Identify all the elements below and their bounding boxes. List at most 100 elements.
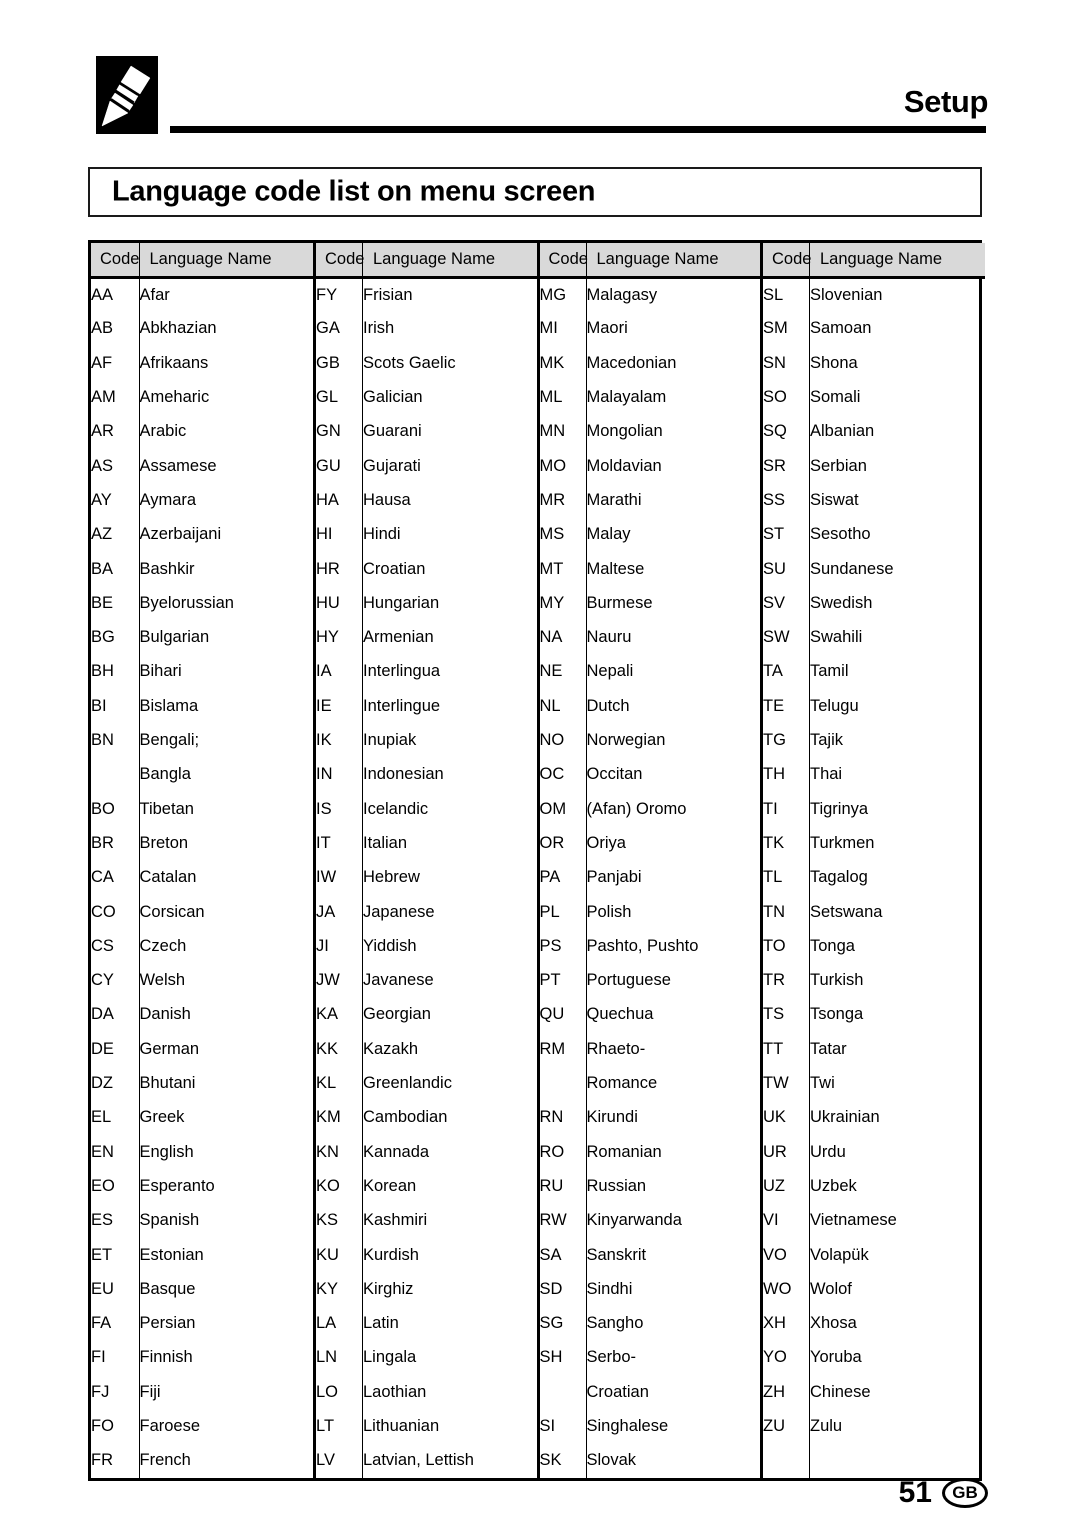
language-name-cell: Bangla	[139, 757, 316, 792]
page-number: 51	[898, 1476, 932, 1509]
language-name-cell: Azerbaijani	[139, 517, 316, 552]
language-code-cell: TO	[761, 928, 810, 964]
column-header-name-3: Language Name	[586, 243, 763, 279]
column-header-code-2: Code	[314, 243, 364, 279]
language-code-cell: MT	[538, 551, 587, 586]
language-name-cell: Zulu	[810, 1416, 843, 1435]
language-code-cell: SK	[538, 1443, 587, 1478]
language-name-cell: Sindhi	[586, 1271, 763, 1307]
table-row: AB Abkhazian GA Irish MI Maori SM Samoan	[91, 311, 985, 346]
section-title: Setup	[903, 84, 989, 119]
language-name-cell: Javanese	[362, 963, 540, 998]
language-name-cell: Malay	[586, 517, 763, 552]
language-name-cell: (Afan) Oromo	[586, 791, 763, 827]
language-code-cell: SG	[538, 1306, 587, 1341]
table-row: FO Faroese LT Lithuanian SI Singhalese ZU Zulu	[91, 1409, 985, 1444]
language-name-cell: Bashkir	[139, 551, 316, 586]
language-code-cell: IA	[314, 654, 363, 689]
language-name-cell: Bulgarian	[139, 620, 316, 655]
language-name-cell: Croatian	[586, 1374, 763, 1410]
language-code-cell: TA	[761, 654, 810, 689]
language-name-cell: Catalan	[139, 860, 316, 895]
page-title-box: Language code list on menu screen	[88, 167, 982, 217]
language-code-cell: HR	[314, 551, 363, 586]
language-name-cell: Nepali	[586, 654, 763, 689]
language-code-cell: MR	[538, 483, 587, 518]
language-code-cell	[761, 1443, 810, 1478]
language-code-cell: IT	[314, 826, 363, 861]
language-code-cell: LA	[314, 1306, 363, 1341]
language-code-cell: ES	[91, 1203, 140, 1238]
language-code-cell: PL	[538, 894, 587, 929]
table-row: BN Bengali; IK Inupiak NO Norwegian TG Tajik	[91, 723, 985, 758]
language-code-cell: OC	[538, 757, 587, 792]
language-code-cell: ZH	[761, 1374, 810, 1410]
language-name-cell: Kirundi	[586, 1100, 763, 1135]
language-code-cell: MO	[538, 448, 587, 484]
language-code-cell: TT	[761, 1031, 810, 1067]
language-name-cell: Shona	[810, 353, 858, 372]
language-code-cell: MN	[538, 414, 587, 449]
language-code-cell: MG	[538, 277, 587, 312]
language-code-cell: RW	[538, 1203, 587, 1238]
language-name-cell: Thai	[810, 765, 843, 784]
language-name-cell: Icelandic	[362, 791, 540, 827]
language-name-cell: Siswat	[810, 490, 859, 509]
language-name-cell: Kirghiz	[362, 1271, 540, 1307]
language-code-cell: AF	[91, 345, 140, 381]
table-row: BI Bislama IE Interlingue NL Dutch TE Telugu	[91, 688, 985, 724]
language-code-cell: FY	[314, 277, 363, 312]
language-code-cell: GL	[314, 380, 363, 415]
language-name-cell: Rhaeto-	[586, 1031, 763, 1067]
language-name-cell: Abkhazian	[139, 311, 316, 346]
language-name-cell: Cambodian	[362, 1100, 540, 1135]
language-code-cell: FJ	[91, 1374, 140, 1410]
language-code-cell: TW	[761, 1066, 810, 1101]
language-code-cell: HU	[314, 585, 363, 621]
table-row: EL Greek KM Cambodian RN Kirundi UK Ukrainian	[91, 1100, 985, 1135]
language-code-cell: BA	[91, 551, 140, 586]
language-name-cell: Hebrew	[362, 860, 540, 895]
language-name-cell: Wolof	[810, 1279, 852, 1298]
language-code-cell: TR	[761, 963, 810, 998]
header-rule	[170, 126, 986, 133]
language-code-cell: AA	[91, 277, 140, 312]
language-name-cell: Oriya	[586, 826, 763, 861]
language-name-cell: Frisian	[362, 277, 540, 312]
language-code-cell: KY	[314, 1271, 363, 1307]
language-code-cell: BG	[91, 620, 140, 655]
language-code-cell: LO	[314, 1374, 363, 1410]
language-code-cell: EN	[91, 1134, 140, 1170]
language-name-cell: Interlingua	[362, 654, 540, 689]
language-name-cell: Russian	[586, 1169, 763, 1204]
language-code-cell: MK	[538, 345, 587, 381]
language-code-cell: TL	[761, 860, 810, 895]
table-row: Bangla IN Indonesian OC Occitan TH Thai	[91, 757, 985, 792]
language-code-cell: SM	[761, 311, 810, 346]
marker-pen-icon	[96, 56, 158, 134]
language-name-cell: Maltese	[586, 551, 763, 586]
language-name-cell: Greek	[139, 1100, 316, 1135]
language-code-cell: ML	[538, 380, 587, 415]
language-code-cell: CS	[91, 928, 140, 964]
language-name-cell: Sangho	[586, 1306, 763, 1341]
table-row: AS Assamese GU Gujarati MO Moldavian SR Serbian	[91, 448, 985, 484]
table-row: CA Catalan IW Hebrew PA Panjabi TL Tagalog	[91, 860, 985, 895]
language-code-cell: EU	[91, 1271, 140, 1307]
language-code-cell: SO	[761, 380, 810, 415]
language-name-cell: Maori	[586, 311, 763, 346]
language-code-cell: SQ	[761, 414, 810, 449]
language-code-cell: JI	[314, 928, 363, 964]
page-header: Setup	[0, 0, 1080, 150]
page-footer: 51 GB	[899, 1478, 988, 1508]
language-name-cell: Mongolian	[586, 414, 763, 449]
language-name-cell: Turkmen	[810, 833, 875, 852]
language-name-cell: Norwegian	[586, 723, 763, 758]
language-name-cell: Tamil	[810, 662, 849, 681]
language-code-cell: SS	[761, 483, 810, 518]
language-name-cell: Serbian	[810, 456, 867, 475]
language-code-cell: HY	[314, 620, 363, 655]
language-name-cell: Macedonian	[586, 345, 763, 381]
language-name-cell: Armenian	[362, 620, 540, 655]
table-row: AR Arabic GN Guarani MN Mongolian SQ Albanian	[91, 414, 985, 449]
